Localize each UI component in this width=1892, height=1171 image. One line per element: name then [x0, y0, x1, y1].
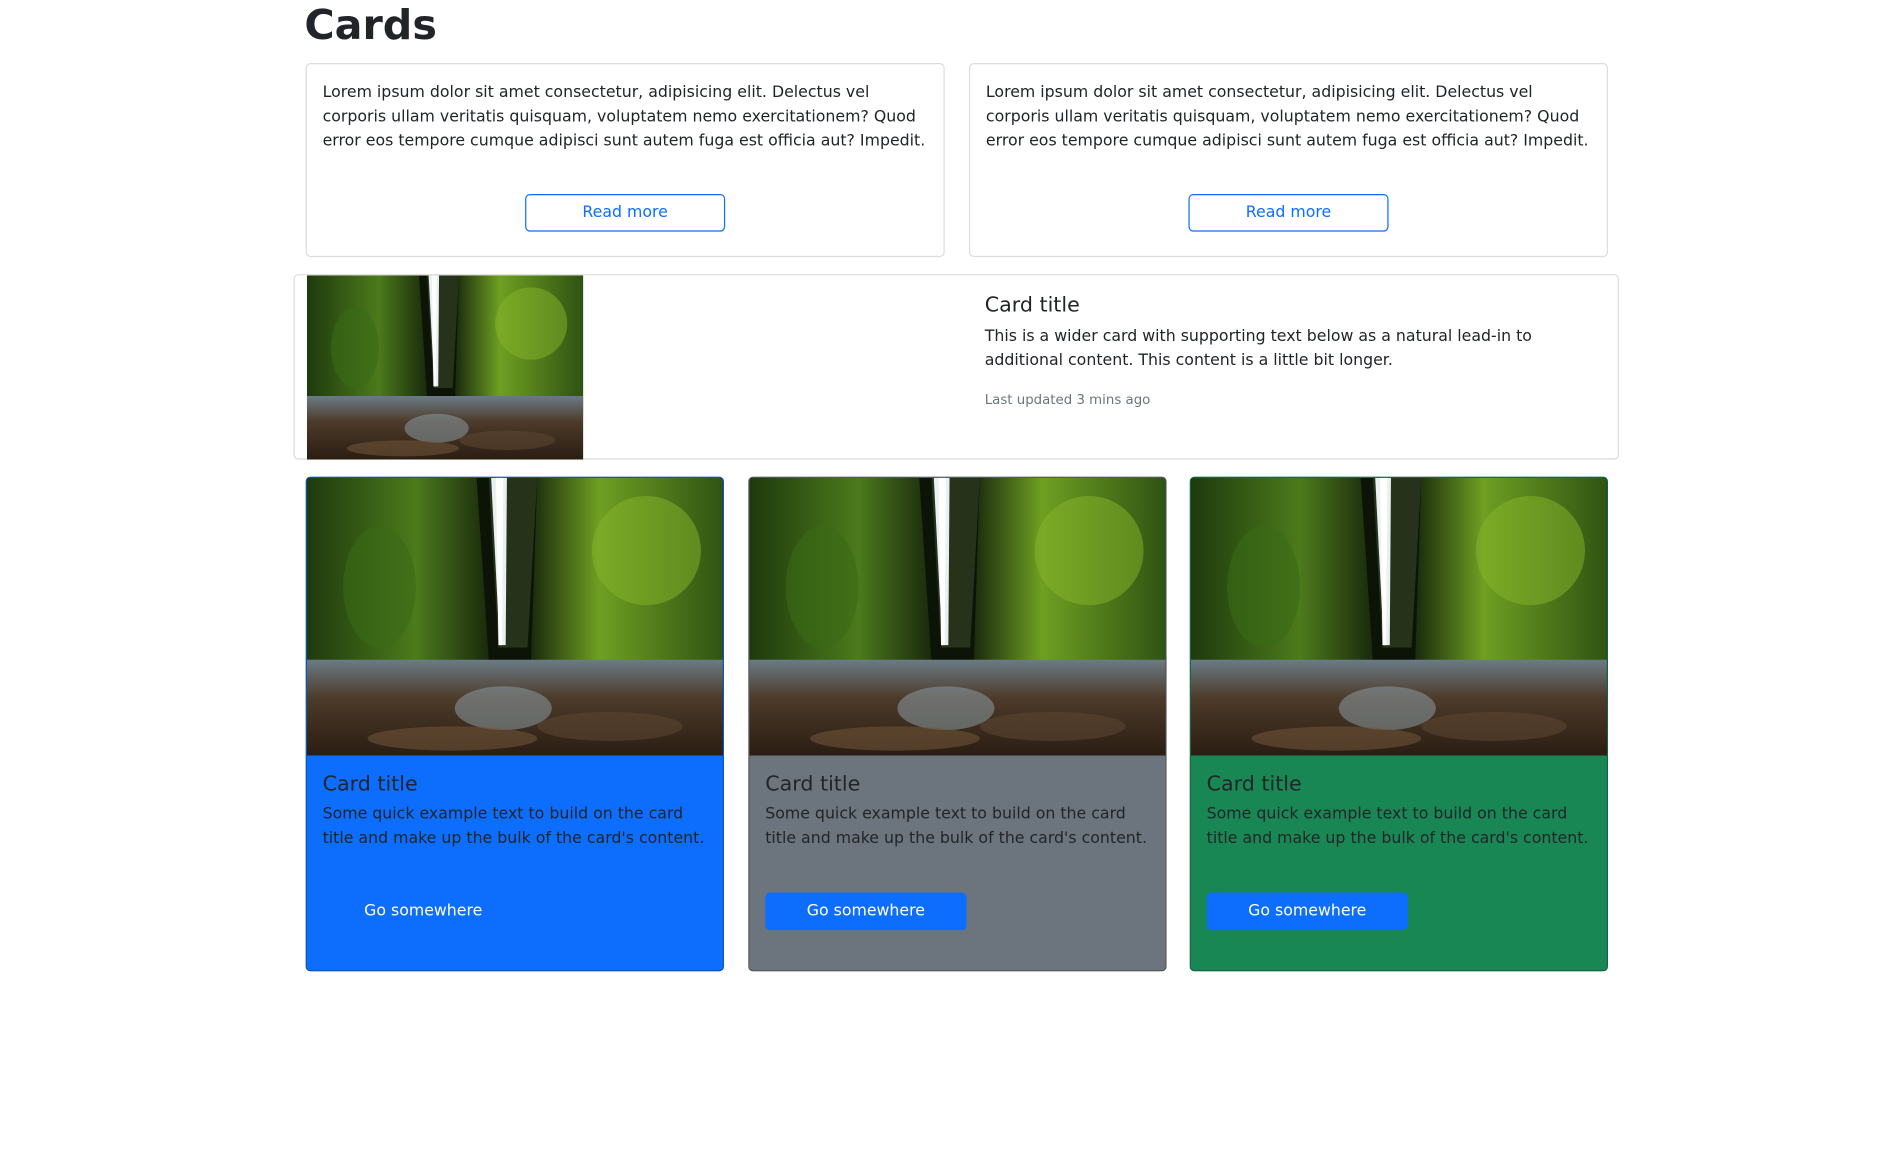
waterfall-image: [307, 275, 583, 459]
text-card: Lorem ipsum dolor sit amet consectetur, …: [968, 63, 1609, 258]
secondary-card: Card title Some quick example text to bu…: [748, 476, 1167, 972]
card-text: Some quick example text to build on the …: [1206, 805, 1589, 848]
read-more-button[interactable]: Read more: [1188, 194, 1389, 232]
card-title: Card title: [765, 772, 861, 797]
waterfall-image: [749, 478, 1166, 756]
horizontal-card: Card title This is a wider card with sup…: [293, 274, 1619, 460]
waterfall-image: [1191, 478, 1608, 756]
card-title: Card title: [322, 772, 418, 797]
last-updated-text: Last updated 3 mins ago: [984, 391, 1151, 408]
card-title: Card title: [1206, 772, 1302, 797]
card-text: Some quick example text to build on the …: [765, 805, 1147, 848]
card-title: Card title: [984, 293, 1080, 318]
waterfall-image: [307, 478, 724, 756]
success-card: Card title Some quick example text to bu…: [1189, 476, 1609, 972]
page-title: Cards: [304, 1, 437, 50]
go-somewhere-button[interactable]: Go somewhere: [322, 892, 524, 931]
page: Cards Lorem ipsum dolor sit amet consect…: [0, 0, 1892, 1171]
go-somewhere-button[interactable]: Go somewhere: [1206, 892, 1408, 931]
card-text: Lorem ipsum dolor sit amet consectetur, …: [322, 83, 926, 151]
card-text: This is a wider card with supporting tex…: [984, 327, 1532, 370]
card-text: Some quick example text to build on the …: [322, 805, 705, 848]
text-card: Lorem ipsum dolor sit amet consectetur, …: [305, 63, 945, 258]
primary-card: Card title Some quick example text to bu…: [305, 476, 724, 972]
go-somewhere-button[interactable]: Go somewhere: [765, 892, 967, 931]
card-text: Lorem ipsum dolor sit amet consectetur, …: [985, 83, 1589, 151]
read-more-button[interactable]: Read more: [525, 194, 726, 232]
